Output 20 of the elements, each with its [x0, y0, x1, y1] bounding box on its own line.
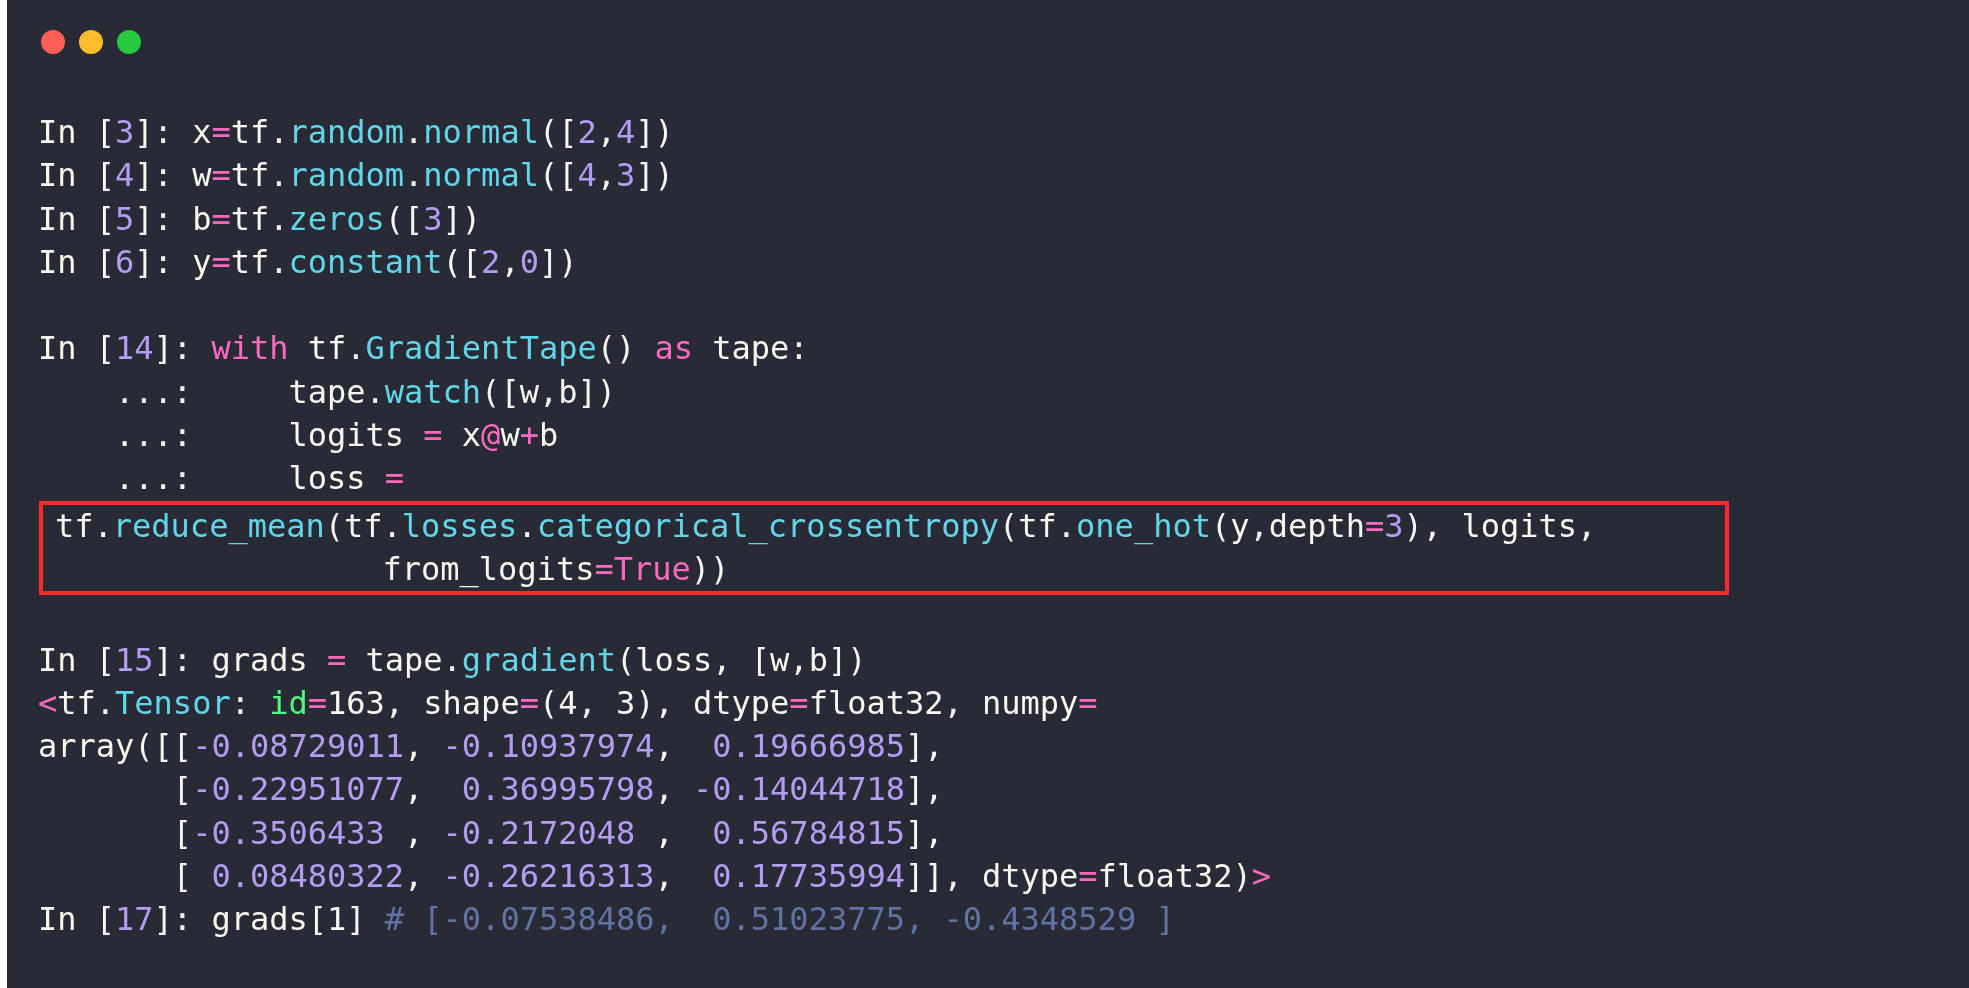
code-line: ...: tape.watch([w,b]) — [114, 371, 616, 413]
code-line: In [4]: w=tf.random.normal([4,3]) — [38, 155, 674, 197]
code-line: In [17]: grads[1] # [-0.07538486, 0.51023775, -0.4348529 ] — [38, 899, 1175, 941]
maximize-dot-icon[interactable] — [117, 30, 141, 54]
code-line: In [6]: y=tf.constant([2,0]) — [38, 241, 578, 283]
code-line: In [14]: with tf.GradientTape() as tape: — [38, 328, 809, 370]
close-dot-icon[interactable] — [41, 30, 65, 54]
code-line: [-0.3506433 , -0.2172048 , 0.56784815], — [171, 812, 944, 854]
code-line: In [3]: x=tf.random.normal([2,4]) — [38, 112, 674, 153]
code-line: tf.reduce_mean(tf.losses.categorical_crossentropy(tf.one_hot(y,depth=3), logits, — [55, 505, 1597, 547]
code-line: ...: logits = x@w+b — [114, 415, 559, 457]
code-line: In [15]: grads = tape.gradient(loss, [w,b]) — [38, 639, 867, 681]
code-line: [-0.22951077, 0.36995798, -0.14044718], — [171, 769, 944, 811]
code-line: In [5]: b=tf.zeros([3]) — [38, 198, 482, 240]
minimize-dot-icon[interactable] — [79, 30, 103, 54]
code-line: <tf.Tensor: id=163, shape=(4, 3), dtype=float32, numpy= — [38, 682, 1098, 724]
code-line: [ 0.08480322, -0.26216313, 0.17735994]], dtype=float32)> — [171, 856, 1271, 898]
code-line: from_logits=True)) — [381, 548, 730, 590]
code-line: ...: loss = — [114, 458, 405, 500]
code-line: array([[-0.08729011, -0.10937974, 0.19666985], — [38, 726, 944, 768]
